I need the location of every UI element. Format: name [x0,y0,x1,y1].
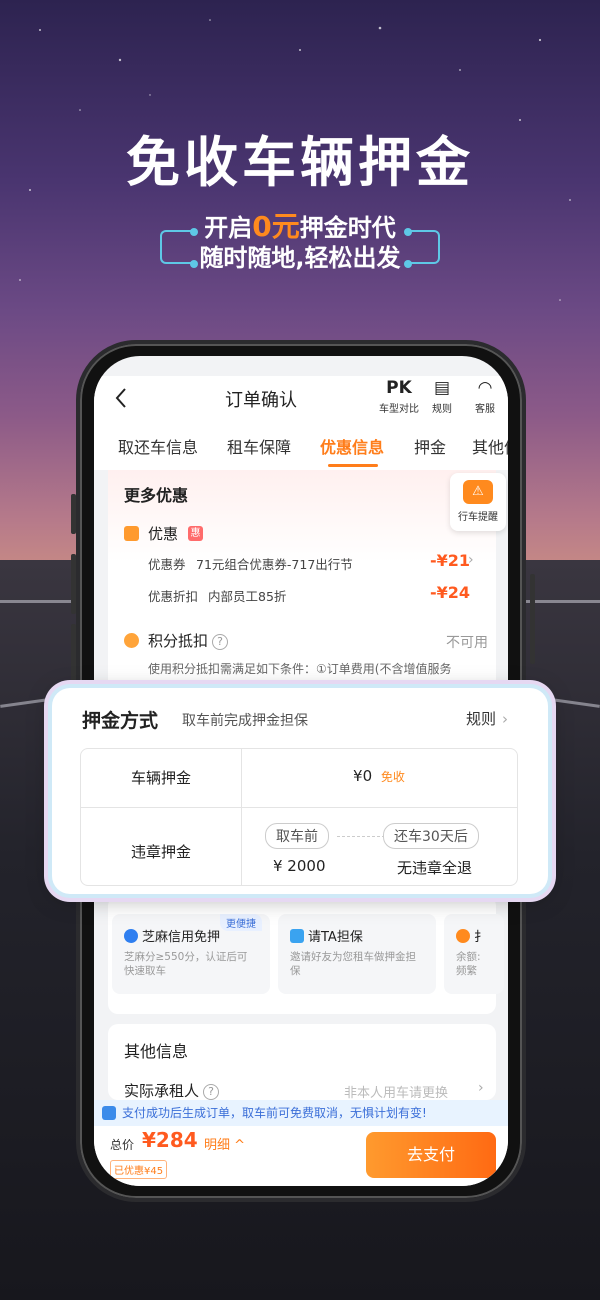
violation-amount: ¥ 2000 [273,857,326,875]
method-sesame-credit[interactable]: 芝麻信用免押 芝麻分≥550分，认证后可 快速取车 更便捷 [112,914,270,994]
nav-bar: 订单确认 PK 车型对比 ▤ 规则 ◠ 客服 [94,376,508,426]
deposit-title: 押金方式 [82,710,159,732]
hero-accent: 0元 [252,210,300,243]
coupon-amount[interactable]: -¥21 [430,551,470,570]
offer-badge: 惠 [188,526,203,541]
tab-discounts[interactable]: 优惠信息 [320,434,384,458]
yuan-coin-icon [456,929,470,943]
headset-icon: ◠ [478,378,492,398]
total-label: 总价 [110,1138,135,1152]
thumbs-up-icon [102,1106,116,1120]
points-desc-line1: 使用积分抵扣需满足如下条件：①订单费用(不含增值服务 [148,662,452,676]
discounts-title: 更多优惠 [124,486,189,505]
method-friend-guarantee[interactable]: 请TA担保 邀请好友为您租车做押金担保 [278,914,436,994]
hero-title: 免收车辆押金 [126,131,474,194]
help-icon[interactable]: ? [203,1083,220,1100]
tab-deposit[interactable]: 押金 [414,434,446,458]
deposit-methods: 芝麻信用免押 芝麻分≥550分，认证后可 快速取车 更便捷 请TA担保 邀请好友为… [108,914,504,1004]
method-badge: 更便捷 [220,914,262,931]
car-warning-icon: ⚠ [463,480,493,504]
violation-deposit-label: 违章押金 [130,843,191,861]
driving-reminder-button[interactable]: ⚠ 行车提醒 [450,473,506,531]
renter-label: 实际承租人? [124,1080,220,1101]
other-info-card: 其他信息 实际承租人? 非本人用车请更换 › [108,1024,496,1101]
pill-after-return: 还车30天后 [383,823,479,849]
tab-other[interactable]: 其他信 [472,434,508,458]
saved-badge: 已优惠¥45 [110,1160,168,1179]
help-icon[interactable]: ? [212,633,229,650]
offer-label: 优惠 [148,525,179,543]
discount-desc: 内部员工85折 [208,589,287,604]
points-status: 不可用 [446,635,488,651]
deposit-subtitle: 取车前完成押金担保 [182,713,308,729]
chevron-right-icon[interactable]: › [478,1080,484,1096]
vehicle-deposit-label: 车辆押金 [130,769,191,787]
deposit-table: 车辆押金 ¥0 免收 违章押金 取车前 还车30天后 ¥ 2000 无违章全退 [80,748,518,886]
tab-rental-protection[interactable]: 租车保障 [227,434,291,458]
offer-ticket-icon [124,526,139,541]
total-amount: ¥284 [142,1128,198,1152]
active-tab-indicator [328,464,378,467]
deposit-rules-link[interactable]: 规则 › [466,708,508,729]
renter-hint[interactable]: 非本人用车请更换 [344,1082,448,1101]
pill-before-pickup: 取车前 [265,823,329,849]
tab-pickup-return[interactable]: 取还车信息 [118,434,198,458]
free-tag: 免收 [380,770,405,784]
coupon-label: 优惠券 [148,557,186,572]
customer-service-button[interactable]: ◠ 客服 [460,378,508,415]
hero-subtitle: 开启0元押金时代 随时随地,轻松出发 [199,210,401,273]
violation-refund: 无违章全退 [397,859,473,877]
chevron-right-icon: › [502,710,509,728]
deposit-card-popout: 押金方式 取车前完成押金担保 规则 › 车辆押金 ¥0 免收 违章押金 取车前 还… [52,688,548,894]
timeline-dashes [337,836,385,837]
section-tabs: 取还车信息 租车保障 优惠信息 押金 其他信 [94,426,508,470]
shield-icon [290,929,304,943]
vehicle-deposit-value: ¥0 免收 [353,767,405,785]
chevron-right-icon[interactable]: › [468,552,474,568]
pay-button[interactable]: 去支付 [366,1132,496,1178]
other-info-title: 其他信息 [124,1042,189,1061]
discount-amount: -¥24 [430,583,471,602]
checkout-bar: 总价 ¥284 明细 ^ 已优惠¥45 去支付 [94,1126,508,1186]
points-label: 积分抵扣? [148,630,229,651]
discounts-card: 更多优惠 优惠 惠 优惠券 71元组合优惠券-717出行节 -¥21 › 优惠折… [108,470,496,700]
discount-label: 优惠折扣 [148,589,199,604]
points-coin-icon [124,633,139,648]
price-detail-toggle[interactable]: 明细 ^ [204,1134,245,1153]
sesame-drop-icon [124,929,138,943]
method-balance[interactable]: 扌 余额: 频繁 [444,914,504,994]
coupon-desc: 71元组合优惠券-717出行节 [196,557,353,572]
cancellation-notice: 支付成功后生成订单，取车前可免费取消，无惧计划有变! [94,1100,508,1126]
